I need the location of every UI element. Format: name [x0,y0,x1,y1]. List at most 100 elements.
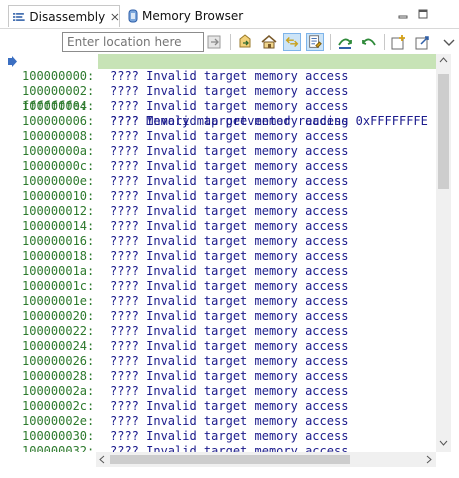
listing-row[interactable]: 100000028: ???? Invalid target memory acc… [0,369,436,384]
row-instruction: ???? Invalid target memory access [110,294,349,308]
row-address: 100000014: [22,219,95,233]
tab-disassembly[interactable]: Disassembly [8,5,120,27]
row-instruction: ???? Invalid target memory access [110,279,349,293]
row-address: 100000012: [22,204,95,218]
row-address: 10000002c: [22,399,95,413]
row-address: 100000008: [22,129,95,143]
listing-row[interactable]: 100000000: ???? Invalid target memory acc… [0,69,436,84]
scroll-right-icon[interactable] [426,455,432,464]
row-instruction: ???? Invalid target memory access [110,339,349,353]
row-address: 100000022: [22,324,95,338]
view-tab-bar: Disassembly Memory Browser [0,0,459,28]
row-instruction: ???? Invalid target memory access [110,159,349,173]
row-address: 100000018: [22,249,95,263]
listing-row[interactable]: 100000002: ???? Invalid target memory acc… [0,84,436,99]
row-instruction: ???? Invalid target memory access [110,99,349,113]
listing-row[interactable]: 10000001a: ???? Invalid target memory acc… [0,264,436,279]
row-address: 100000002: [22,84,95,98]
scroll-up-icon[interactable] [439,57,448,63]
tab-disassembly-label: Disassembly [29,9,106,24]
listing-row[interactable]: 100000022: ???? Invalid target memory acc… [0,324,436,339]
listing-row[interactable]: 10000001e: ???? Invalid target memory acc… [0,294,436,309]
row-address: 100000026: [22,354,95,368]
vertical-scroll-thumb[interactable] [438,74,449,189]
listing-row[interactable]: 100000018: ???? Invalid target memory acc… [0,249,436,264]
listing-row[interactable]: 10000000a: ???? Invalid target memory acc… [0,144,436,159]
row-address: 100000028: [22,369,95,383]
minimize-icon[interactable] [398,9,408,19]
current-instruction-row[interactable]: fffffffe: ???? Memory map prevented read… [0,54,436,128]
listing-row[interactable]: 100000004: ???? Invalid target memory acc… [0,99,436,114]
listing-row[interactable]: 10000001c: ???? Invalid target memory acc… [0,279,436,294]
step-over-icon[interactable] [336,33,354,51]
vertical-scrollbar[interactable] [436,54,451,452]
disassembly-listing[interactable]: fffffffe: ???? Memory map prevented read… [0,54,436,452]
row-instruction: ???? Invalid target memory access [110,369,349,383]
row-instruction: ???? Invalid target memory access [110,384,349,398]
row-instruction: ???? Invalid target memory access [110,234,349,248]
listing-row[interactable]: 10000002a: ???? Invalid target memory acc… [0,384,436,399]
row-address: 10000002a: [22,384,95,398]
listing-row[interactable]: 10000000c: ???? Invalid target memory acc… [0,159,436,174]
location-input[interactable] [62,32,204,52]
link-with-editor-icon[interactable] [283,33,301,51]
row-address: 100000030: [22,429,95,443]
listing-row[interactable]: 100000012: ???? Invalid target memory acc… [0,204,436,219]
row-instruction: ???? Invalid target memory access [110,144,349,158]
row-instruction: ???? Invalid target memory access [110,114,349,128]
view-menu-icon[interactable] [414,33,432,51]
row-address: 100000006: [22,114,95,128]
row-instruction: ???? Invalid target memory access [110,174,349,188]
listing-row[interactable]: 10000002e: ???? Invalid target memory acc… [0,414,436,429]
show-source-icon[interactable] [306,33,324,51]
listing-row[interactable]: 100000014: ???? Invalid target memory acc… [0,219,436,234]
disassembly-toolbar [0,28,459,55]
row-instruction: ???? Invalid target memory access [110,309,349,323]
tab-memory-browser-label: Memory Browser [142,9,244,23]
go-to-pc-icon[interactable] [236,33,254,51]
listing-row[interactable]: 100000024: ???? Invalid target memory acc… [0,339,436,354]
row-instruction: ???? Invalid target memory access [110,399,349,413]
listing-row[interactable]: 100000010: ???? Invalid target memory acc… [0,189,436,204]
listing-row[interactable]: 100000008: ???? Invalid target memory acc… [0,129,436,144]
row-address: 10000000e: [22,174,95,188]
tab-memory-browser[interactable]: Memory Browser [128,5,243,27]
scroll-down-icon[interactable] [439,440,448,446]
listing-row[interactable]: 10000000e: ???? Invalid target memory acc… [0,174,436,189]
toolbar-separator [230,34,231,50]
row-instruction: ???? Invalid target memory access [110,189,349,203]
horizontal-scroll-thumb[interactable] [110,455,350,464]
row-address: 10000001c: [22,279,95,293]
row-address: 100000024: [22,339,95,353]
home-icon[interactable] [260,33,278,51]
row-instruction: ???? Invalid target memory access [110,324,349,338]
go-to-location-icon[interactable] [206,33,224,51]
row-instruction: ???? Invalid target memory access [110,84,349,98]
listing-row[interactable]: 100000032: ???? Invalid target memory acc… [0,444,436,452]
listing-row[interactable]: 100000016: ???? Invalid target memory acc… [0,234,436,249]
row-instruction: ???? Invalid target memory access [110,429,349,443]
row-instruction: ???? Invalid target memory access [110,219,349,233]
current-line-highlight [98,54,436,69]
listing-row[interactable]: 100000026: ???? Invalid target memory acc… [0,354,436,369]
chevron-down-icon[interactable] [440,33,458,51]
instruction-pointer-icon [8,56,17,67]
toolbar-separator [384,34,385,50]
listing-row[interactable]: 100000030: ???? Invalid target memory acc… [0,429,436,444]
maximize-icon[interactable] [418,9,428,19]
row-instruction: ???? Invalid target memory access [110,249,349,263]
open-new-view-icon[interactable] [390,33,408,51]
listing-row[interactable]: 10000002c: ???? Invalid target memory acc… [0,399,436,414]
horizontal-scrollbar[interactable] [96,452,436,467]
scroll-left-icon[interactable] [99,455,105,464]
row-instruction: ???? Invalid target memory access [110,444,349,452]
toolbar-separator [330,34,331,50]
listing-row[interactable]: 100000006: ???? Invalid target memory acc… [0,114,436,129]
listing-row[interactable]: 100000020: ???? Invalid target memory acc… [0,309,436,324]
row-instruction: ???? Invalid target memory access [110,354,349,368]
row-address: 100000000: [22,69,95,83]
close-icon[interactable] [111,12,119,22]
step-back-icon[interactable] [360,33,378,51]
row-address: 100000010: [22,189,95,203]
disassembly-view-icon [13,12,25,21]
